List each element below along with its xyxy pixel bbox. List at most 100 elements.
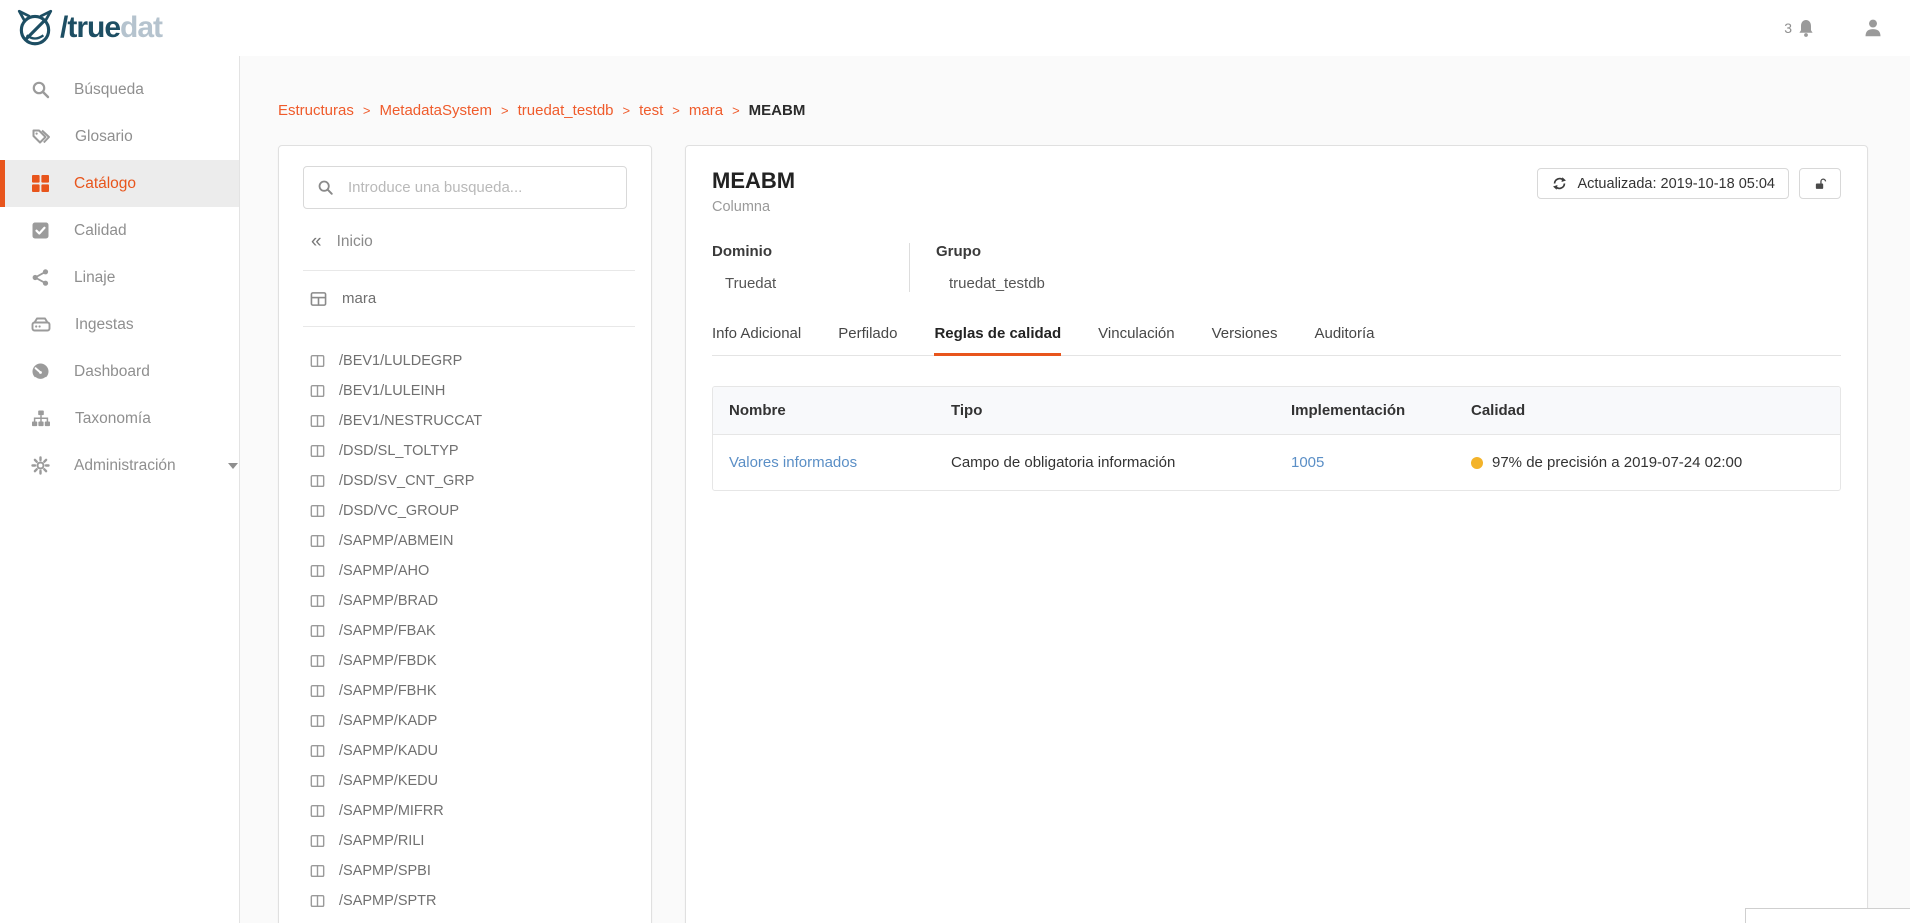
breadcrumb-link-estructuras[interactable]: Estructuras bbox=[278, 102, 354, 119]
tags-icon bbox=[31, 127, 51, 146]
column-icon bbox=[310, 474, 325, 488]
rule-name-link[interactable]: Valores informados bbox=[713, 435, 935, 490]
gauge-icon bbox=[31, 362, 50, 381]
tab-versiones[interactable]: Versiones bbox=[1212, 325, 1278, 355]
back-to-inicio-button[interactable]: « Inicio bbox=[303, 233, 635, 251]
tree-item[interactable]: /SAPMP/SPTR bbox=[303, 886, 635, 916]
sidebar-item-label: Dashboard bbox=[74, 363, 150, 381]
tree-item-label: /SAPMP/ABMEIN bbox=[339, 533, 453, 549]
breadcrumb-separator: > bbox=[623, 103, 631, 118]
field-label: Dominio bbox=[712, 243, 899, 260]
breadcrumb-separator: > bbox=[501, 103, 509, 118]
column-icon bbox=[310, 564, 325, 578]
sitemap-icon bbox=[31, 409, 51, 428]
sidebar-item-calidad[interactable]: Calidad bbox=[0, 207, 239, 254]
owl-icon bbox=[14, 7, 56, 49]
field-label: Grupo bbox=[936, 243, 1045, 260]
unlock-icon bbox=[1813, 174, 1827, 193]
tree-item-label: /DSD/SV_CNT_GRP bbox=[339, 473, 474, 489]
tree-item[interactable]: /SAPMP/KEDU bbox=[303, 766, 635, 796]
tree-item[interactable]: /BEV1/LULDEGRP bbox=[303, 346, 635, 376]
metadata-fields: Dominio Truedat Grupo truedat_testdb bbox=[712, 243, 1841, 292]
column-icon bbox=[310, 774, 325, 788]
tree-item[interactable]: /SAPMP/SPBI bbox=[303, 856, 635, 886]
tree-item[interactable]: /SAPMP/FBHK bbox=[303, 676, 635, 706]
tab-vinculacion[interactable]: Vinculación bbox=[1098, 325, 1174, 355]
tab-perfilado[interactable]: Perfilado bbox=[838, 325, 897, 355]
sidebar-item-glosario[interactable]: Glosario bbox=[0, 113, 239, 160]
sidebar-item-administracion[interactable]: Administración bbox=[0, 442, 239, 489]
tree-item[interactable]: /SAPMP/RILI bbox=[303, 826, 635, 856]
tree-item[interactable]: /BEV1/LULEINH bbox=[303, 376, 635, 406]
tab-auditoria[interactable]: Auditoría bbox=[1314, 325, 1374, 355]
search-icon bbox=[317, 179, 334, 196]
tree-item-label: /SAPMP/KADU bbox=[339, 743, 438, 759]
tree-item[interactable]: /SAPMP/MIFRR bbox=[303, 796, 635, 826]
tree-parent-mara[interactable]: mara bbox=[303, 290, 635, 307]
field-value: Truedat bbox=[712, 275, 899, 292]
breadcrumb-separator: > bbox=[363, 103, 371, 118]
tree-item[interactable]: /SAPMP/FBDK bbox=[303, 646, 635, 676]
double-chevron-left-icon: « bbox=[311, 232, 322, 251]
tree-item[interactable]: /DSD/VC_GROUP bbox=[303, 496, 635, 526]
tree-item[interactable]: /SAPMP/AHO bbox=[303, 556, 635, 586]
field-dominio: Dominio Truedat bbox=[712, 243, 910, 292]
implementation-link[interactable]: 1005 bbox=[1275, 435, 1455, 490]
main-content: Estructuras > MetadataSystem > truedat_t… bbox=[240, 56, 1910, 923]
tree-item-label: /SAPMP/RILI bbox=[339, 833, 424, 849]
tab-reglas-de-calidad[interactable]: Reglas de calidad bbox=[934, 325, 1061, 355]
tree-item[interactable]: /SAPMP/ABMEIN bbox=[303, 526, 635, 556]
sidebar-item-catalogo[interactable]: Catálogo bbox=[0, 160, 239, 207]
lock-toggle-button[interactable] bbox=[1799, 168, 1841, 199]
sidebar-item-label: Taxonomía bbox=[75, 410, 151, 428]
tree-item-label: /SAPMP/SPTR bbox=[339, 893, 437, 909]
quality-status-dot bbox=[1471, 457, 1483, 469]
column-icon bbox=[310, 504, 325, 518]
tree-item[interactable]: /SAPMP/KADP bbox=[303, 706, 635, 736]
tree-item[interactable]: /SAPMP/KADU bbox=[303, 736, 635, 766]
breadcrumb-link-truedat-testdb[interactable]: truedat_testdb bbox=[518, 102, 614, 119]
sidebar-item-taxonomia[interactable]: Taxonomía bbox=[0, 395, 239, 442]
breadcrumb-link-mara[interactable]: mara bbox=[689, 102, 723, 119]
sidebar-item-label: Catálogo bbox=[74, 175, 136, 193]
rule-type-cell: Campo de obligatoria información bbox=[935, 435, 1275, 490]
truedat-logo[interactable]: /truedat bbox=[14, 7, 162, 49]
sidebar-item-busqueda[interactable]: Búsqueda bbox=[0, 66, 239, 113]
page-title: MEABM bbox=[712, 168, 795, 194]
table-row: Valores informados Campo de obligatoria … bbox=[713, 435, 1840, 490]
field-value: truedat_testdb bbox=[936, 275, 1045, 292]
column-icon bbox=[310, 384, 325, 398]
column-icon bbox=[310, 804, 325, 818]
refresh-updated-button[interactable]: Actualizada: 2019-10-18 05:04 bbox=[1537, 168, 1789, 199]
sidebar-item-label: Administración bbox=[74, 457, 176, 475]
tree-item[interactable]: /DSD/SL_TOLTYP bbox=[303, 436, 635, 466]
tree-parent-label: mara bbox=[342, 290, 376, 307]
column-icon bbox=[310, 354, 325, 368]
column-icon bbox=[310, 534, 325, 548]
partial-overlay-box bbox=[1745, 908, 1910, 923]
table-header-row: Nombre Tipo Implementación Calidad bbox=[713, 387, 1840, 435]
sidebar-item-linaje[interactable]: Linaje bbox=[0, 254, 239, 301]
tree-item[interactable]: /DSD/SV_CNT_GRP bbox=[303, 466, 635, 496]
column-icon bbox=[310, 654, 325, 668]
breadcrumb-link-test[interactable]: test bbox=[639, 102, 663, 119]
tree-item-label: /SAPMP/SPBI bbox=[339, 863, 431, 879]
user-avatar-icon[interactable] bbox=[1862, 17, 1884, 39]
tab-info-adicional[interactable]: Info Adicional bbox=[712, 325, 801, 355]
tree-item[interactable]: /SAPMP/FBAK bbox=[303, 616, 635, 646]
structure-detail-panel: MEABM Columna Actualizada: 2019-10-18 05… bbox=[685, 145, 1868, 923]
sidebar-item-dashboard[interactable]: Dashboard bbox=[0, 348, 239, 395]
column-icon bbox=[310, 894, 325, 908]
notifications-button[interactable]: 3 bbox=[1784, 18, 1816, 39]
tree-item-label: /SAPMP/MIFRR bbox=[339, 803, 444, 819]
search-input[interactable] bbox=[303, 166, 627, 209]
tree-item[interactable]: /BEV1/NESTRUCCAT bbox=[303, 406, 635, 436]
column-icon bbox=[310, 864, 325, 878]
tree-item[interactable]: /SAPMP/BRAD bbox=[303, 586, 635, 616]
tree-item-label: /BEV1/NESTRUCCAT bbox=[339, 413, 482, 429]
tree-item-list: /BEV1/LULDEGRP /BEV1/LULEINH bbox=[303, 346, 635, 916]
sidebar-item-ingestas[interactable]: Ingestas bbox=[0, 301, 239, 348]
breadcrumb-separator: > bbox=[732, 103, 740, 118]
column-header-nombre: Nombre bbox=[713, 387, 935, 434]
breadcrumb-link-metadatasystem[interactable]: MetadataSystem bbox=[379, 102, 492, 119]
